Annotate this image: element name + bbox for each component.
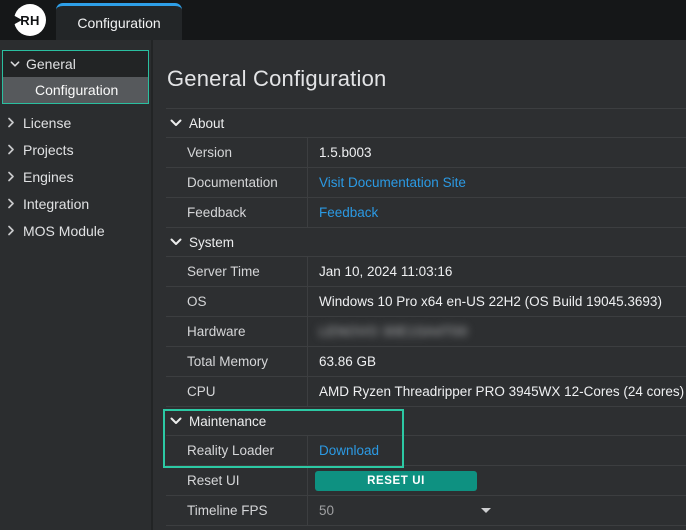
sidebar-item-label: Engines bbox=[23, 169, 74, 185]
total-memory-value: 63.86 GB bbox=[308, 347, 686, 376]
tab-label: Configuration bbox=[77, 15, 160, 31]
section-label: Maintenance bbox=[189, 414, 266, 429]
tab-configuration[interactable]: Configuration bbox=[56, 3, 182, 40]
table-row-hardware: Hardware LENOVO 30E1SA4T00 bbox=[166, 317, 686, 347]
sidebar-item-label: General bbox=[26, 56, 76, 72]
table-row-version: Version 1.5.b003 bbox=[166, 138, 686, 168]
documentation-link[interactable]: Visit Documentation Site bbox=[319, 175, 466, 190]
sidebar: General Configuration License Projects bbox=[0, 40, 153, 530]
sidebar-item-integration[interactable]: Integration bbox=[0, 191, 151, 216]
table-row-timeline-fps: Timeline FPS 50 bbox=[166, 496, 686, 526]
chevron-right-icon bbox=[6, 117, 16, 128]
section-header-system[interactable]: System bbox=[166, 228, 686, 257]
table-row-reset-ui: Reset UI RESET UI bbox=[166, 466, 686, 496]
row-label: Server Time bbox=[166, 257, 308, 286]
section-label: System bbox=[189, 235, 234, 250]
download-link[interactable]: Download bbox=[319, 443, 379, 458]
sidebar-item-label: Projects bbox=[23, 142, 74, 158]
row-label: Timeline FPS bbox=[166, 496, 308, 525]
hardware-value-blurred: LENOVO 30E1SA4T00 bbox=[319, 324, 468, 339]
row-label: CPU bbox=[166, 377, 308, 406]
timeline-fps-select[interactable]: 50 bbox=[319, 503, 491, 518]
table-row-feedback: Feedback Feedback bbox=[166, 198, 686, 228]
chevron-right-icon bbox=[6, 225, 16, 236]
sidebar-item-mos-module[interactable]: MOS Module bbox=[0, 218, 151, 243]
version-value: 1.5.b003 bbox=[308, 138, 686, 167]
os-value: Windows 10 Pro x64 en-US 22H2 (OS Build … bbox=[308, 287, 686, 316]
sidebar-item-engines[interactable]: Engines bbox=[0, 164, 151, 189]
section-header-maintenance[interactable]: Maintenance bbox=[166, 407, 686, 436]
sidebar-item-configuration[interactable]: Configuration bbox=[3, 77, 148, 103]
row-label: Version bbox=[166, 138, 308, 167]
server-time-value: Jan 10, 2024 11:03:16 bbox=[308, 257, 686, 286]
main-content: General Configuration About Version 1.5.… bbox=[153, 40, 686, 530]
row-label: Total Memory bbox=[166, 347, 308, 376]
chevron-right-icon bbox=[6, 171, 16, 182]
table-row-server-time: Server Time Jan 10, 2024 11:03:16 bbox=[166, 257, 686, 287]
logo-text: RH bbox=[20, 13, 39, 28]
page-title: General Configuration bbox=[167, 66, 686, 92]
chevron-down-icon bbox=[170, 238, 182, 246]
timeline-fps-value: 50 bbox=[319, 503, 334, 518]
sidebar-selected-group: General Configuration bbox=[2, 50, 149, 104]
table-row-reality-loader: Reality Loader Download bbox=[166, 436, 686, 466]
feedback-link[interactable]: Feedback bbox=[319, 205, 378, 220]
caret-down-icon bbox=[481, 508, 491, 513]
chevron-down-icon bbox=[170, 417, 182, 425]
section-header-about[interactable]: About bbox=[166, 109, 686, 138]
cpu-value: AMD Ryzen Threadripper PRO 3945WX 12-Cor… bbox=[308, 377, 686, 406]
app-window: RH Configuration General Configuration bbox=[0, 0, 686, 530]
app-logo[interactable]: RH bbox=[14, 4, 46, 36]
sidebar-item-general[interactable]: General bbox=[3, 51, 148, 77]
sidebar-item-label: Configuration bbox=[35, 82, 118, 98]
table-row-os: OS Windows 10 Pro x64 en-US 22H2 (OS Bui… bbox=[166, 287, 686, 317]
row-label: Feedback bbox=[166, 198, 308, 227]
chevron-down-icon bbox=[10, 60, 20, 68]
section-label: About bbox=[189, 116, 224, 131]
chevron-down-icon bbox=[170, 119, 182, 127]
sidebar-item-license[interactable]: License bbox=[0, 110, 151, 135]
row-label: Reality Loader bbox=[166, 436, 308, 465]
sidebar-item-projects[interactable]: Projects bbox=[0, 137, 151, 162]
settings-table: About Version 1.5.b003 Documentation Vis… bbox=[166, 108, 686, 526]
chevron-right-icon bbox=[6, 144, 16, 155]
sidebar-item-label: License bbox=[23, 115, 71, 131]
table-row-cpu: CPU AMD Ryzen Threadripper PRO 3945WX 12… bbox=[166, 377, 686, 407]
row-label: Documentation bbox=[166, 168, 308, 197]
row-label: Reset UI bbox=[166, 466, 308, 495]
reset-ui-button[interactable]: RESET UI bbox=[315, 471, 477, 491]
sidebar-item-label: Integration bbox=[23, 196, 89, 212]
table-row-total-memory: Total Memory 63.86 GB bbox=[166, 347, 686, 377]
table-row-documentation: Documentation Visit Documentation Site bbox=[166, 168, 686, 198]
sidebar-item-label: MOS Module bbox=[23, 223, 105, 239]
row-label: OS bbox=[166, 287, 308, 316]
top-bar: RH Configuration bbox=[0, 0, 686, 40]
row-label: Hardware bbox=[166, 317, 308, 346]
chevron-right-icon bbox=[6, 198, 16, 209]
